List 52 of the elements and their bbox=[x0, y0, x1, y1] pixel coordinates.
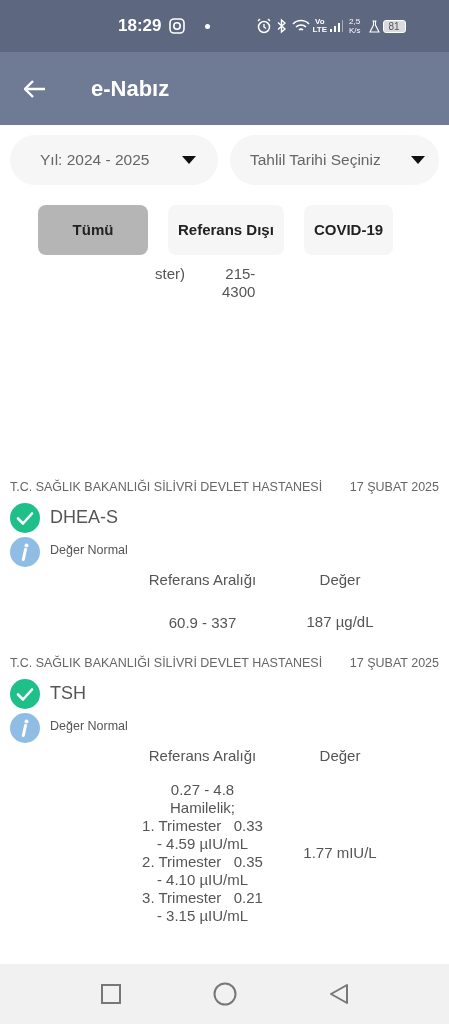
recent-apps-icon[interactable] bbox=[100, 984, 121, 1004]
hospital-name: T.C. SAĞLIK BAKANLIĞI SİLİVRİ DEVLET HASTANESİ bbox=[10, 654, 323, 672]
reference-range: - 3.15 µIU/mL bbox=[156, 907, 249, 925]
hospital-name: T.C. SAĞLIK BAKANLIĞI SİLİVRİ DEVLET HASTANESİ bbox=[10, 478, 323, 496]
test-name: DHEA-S bbox=[50, 506, 118, 530]
back-icon[interactable] bbox=[328, 983, 349, 1005]
network-label: Vo bbox=[314, 18, 325, 26]
flask-icon bbox=[368, 19, 380, 33]
dropdown-caret-icon bbox=[182, 156, 196, 164]
network-speed: 2,5 bbox=[349, 17, 361, 26]
reference-range: 3. Trimester 0.21 bbox=[142, 889, 263, 907]
filter-dropdown[interactable]: Tahlil Tarihi Seçiniz bbox=[230, 135, 439, 185]
column-header: Referans Aralığı bbox=[147, 569, 258, 590]
info-icon bbox=[10, 712, 40, 743]
network-label: LTE bbox=[312, 26, 327, 34]
clock: 18:29 bbox=[118, 15, 162, 38]
network-speed: K/s bbox=[349, 26, 361, 35]
result-date: 17 ŞUBAT 2025 bbox=[349, 479, 439, 496]
home-icon[interactable] bbox=[212, 982, 237, 1006]
status-text: Değer Normal bbox=[50, 541, 128, 559]
result-value: 1.77 mIU/L bbox=[302, 842, 378, 863]
filter-dropdown[interactable]: Yıl: 2024 - 2025 bbox=[10, 135, 218, 185]
reference-range: - 4.59 µIU/mL bbox=[156, 835, 249, 853]
test-name: ster) bbox=[155, 265, 185, 284]
column-header: Referans Aralığı bbox=[147, 745, 258, 766]
filter-tab[interactable]: Tümü bbox=[38, 205, 148, 255]
status-text: Değer Normal bbox=[50, 717, 128, 735]
info-icon bbox=[10, 536, 40, 567]
back-arrow-icon[interactable] bbox=[24, 79, 46, 98]
result-value: 187 µg/dL bbox=[305, 612, 375, 633]
reference-range: - 4.10 µIU/mL bbox=[156, 871, 249, 889]
reference-range: 1. Trimester 0.33 bbox=[142, 817, 263, 835]
reference-range: 2. Trimester 0.35 bbox=[142, 853, 263, 871]
reference-range: Hamilelik; bbox=[170, 799, 235, 817]
filter-tab[interactable]: Referans Dışı bbox=[168, 205, 284, 255]
wifi-icon bbox=[292, 19, 311, 33]
reference-range: 215- bbox=[225, 265, 256, 283]
reference-range: 0.27 - 4.8 bbox=[170, 781, 235, 799]
camera-icon bbox=[169, 18, 186, 34]
alarm-icon bbox=[256, 18, 273, 34]
column-header: Değer bbox=[318, 569, 362, 590]
filter-tab[interactable]: COVID-19 bbox=[303, 205, 394, 255]
app-title: e-Nabız bbox=[91, 75, 170, 103]
signal-icon bbox=[330, 20, 344, 32]
test-name: TSH bbox=[50, 682, 86, 705]
column-header: Değer bbox=[318, 745, 362, 766]
dot-icon bbox=[205, 23, 211, 29]
battery-indicator: 81 bbox=[382, 19, 406, 33]
reference-range: 4300 bbox=[222, 283, 256, 301]
reference-range: 60.9 - 337 bbox=[168, 613, 237, 632]
result-date: 17 ŞUBAT 2025 bbox=[349, 654, 439, 672]
dropdown-caret-icon bbox=[411, 156, 425, 164]
